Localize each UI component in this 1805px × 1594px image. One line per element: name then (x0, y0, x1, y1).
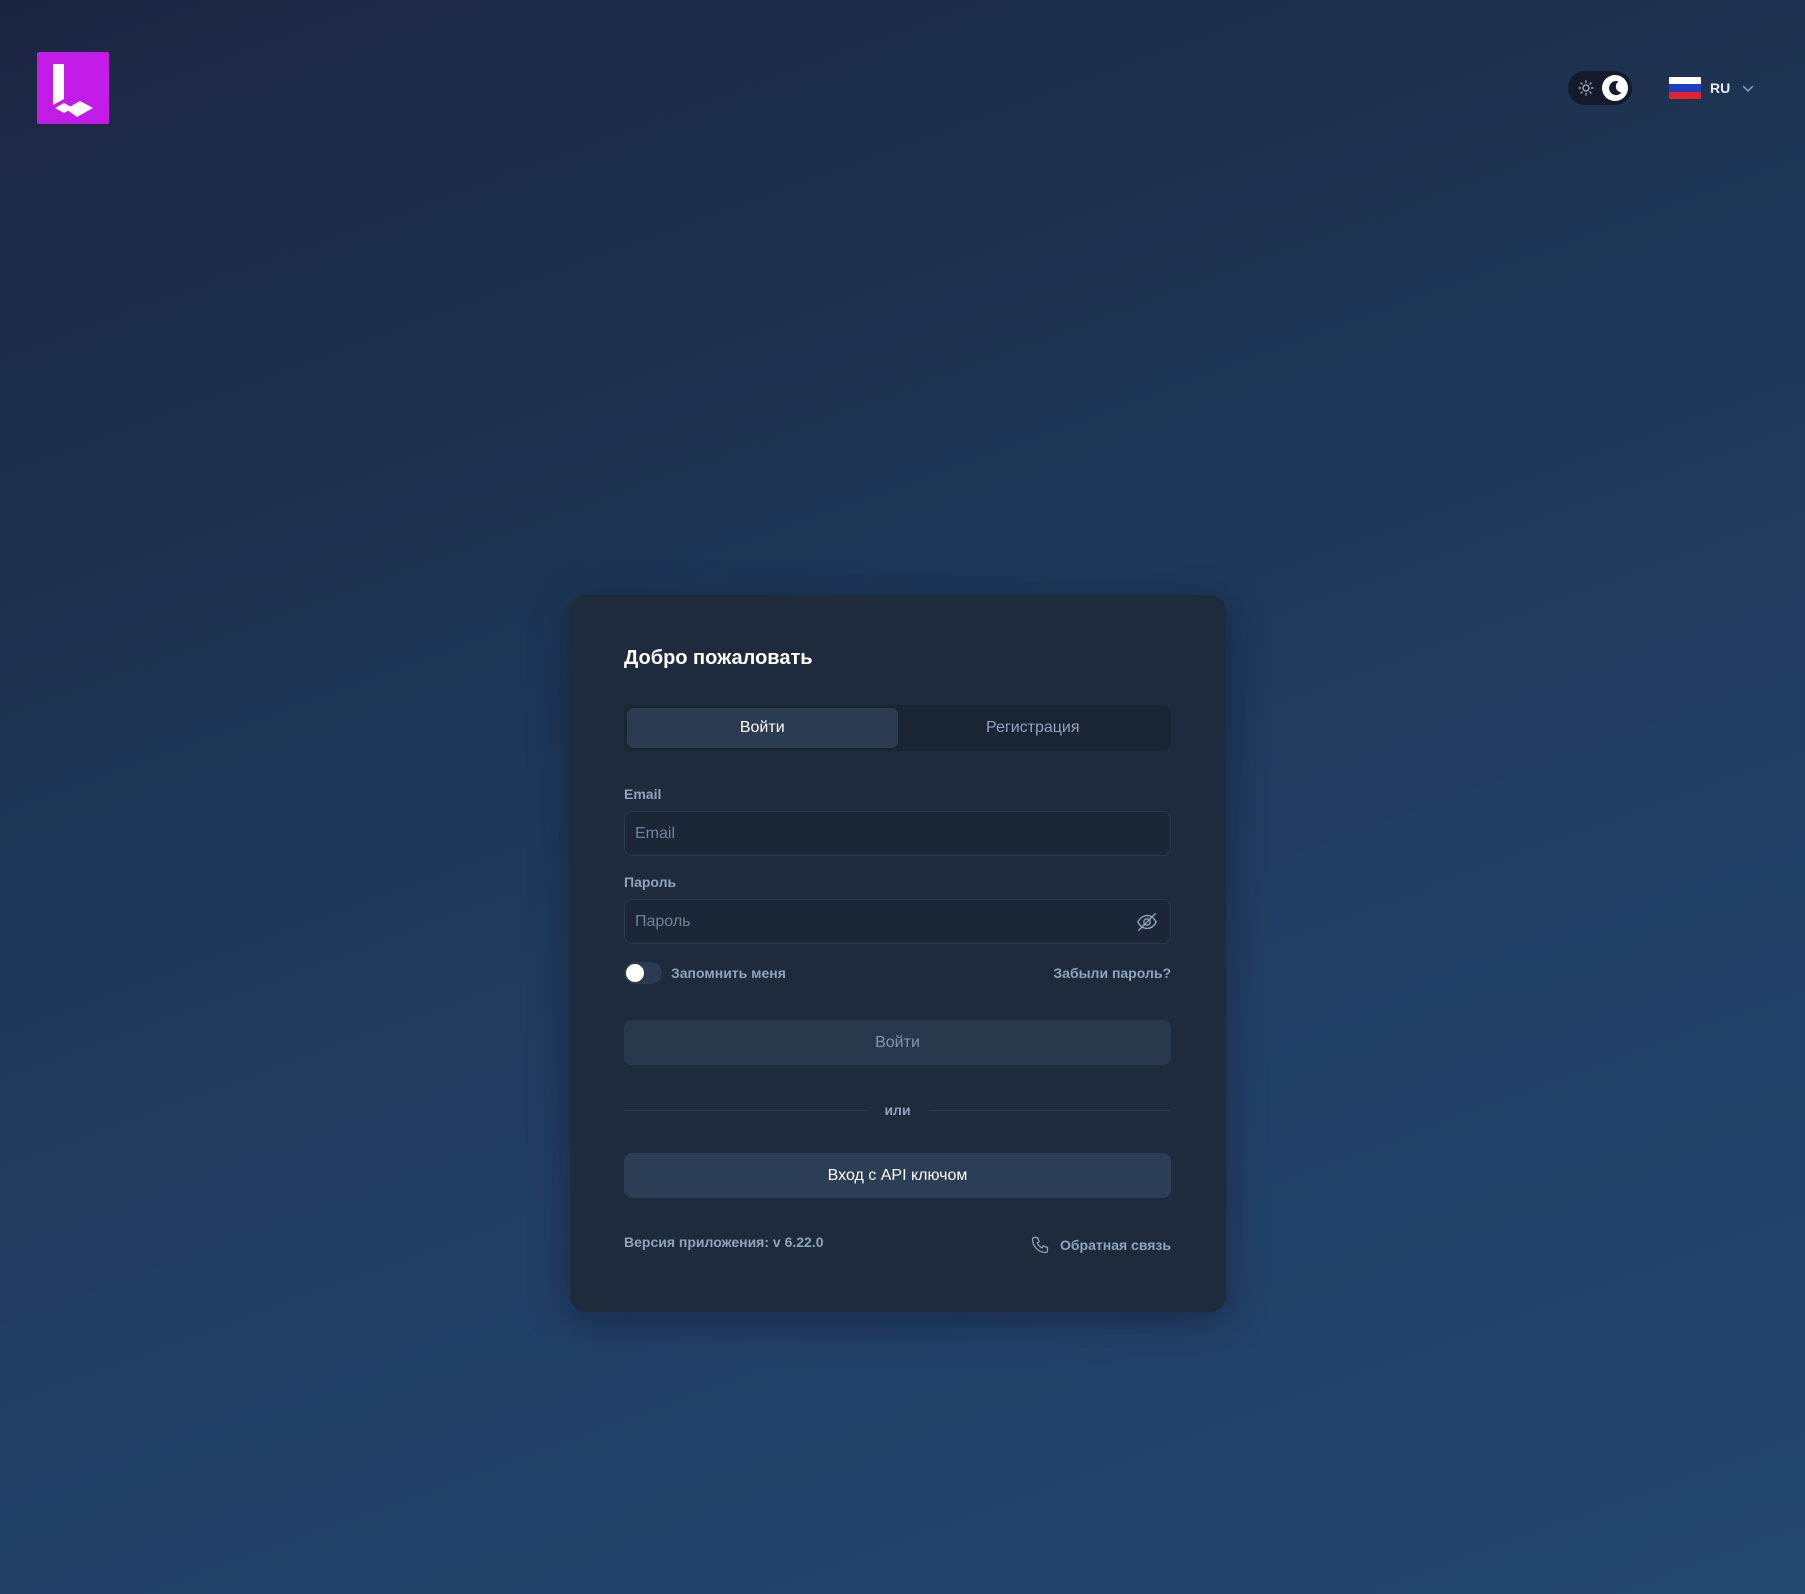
sun-icon (1578, 80, 1594, 96)
password-field[interactable] (625, 900, 1170, 943)
password-field-wrapper (624, 899, 1171, 944)
flag-stripe-white (1669, 77, 1701, 85)
remember-me-label[interactable]: Запомнить меня (671, 965, 786, 981)
language-selector[interactable]: RU (1669, 76, 1754, 100)
password-label: Пароль (624, 874, 677, 890)
theme-toggle-knob (1602, 75, 1628, 101)
remember-me-switch[interactable] (624, 962, 662, 984)
tab-register[interactable]: Регистрация (898, 708, 1169, 748)
remember-me: Запомнить меня (624, 962, 786, 984)
moon-icon (1609, 81, 1622, 96)
language-code: RU (1710, 80, 1731, 96)
tab-login[interactable]: Войти (627, 708, 898, 748)
app-logo[interactable] (37, 52, 109, 124)
logo-icon (53, 64, 93, 117)
switch-knob (626, 964, 644, 982)
login-button[interactable]: Войти (624, 1020, 1171, 1065)
theme-toggle[interactable] (1568, 71, 1632, 105)
forgot-password-link[interactable]: Забыли пароль? (1053, 965, 1171, 981)
card-title: Добро пожаловать (624, 647, 813, 669)
divider-line-left (624, 1109, 867, 1111)
app-version: Версия приложения: v 6.22.0 (624, 1234, 824, 1250)
or-divider: или (624, 1102, 1172, 1118)
login-card: Добро пожаловать Войти Регистрация Email… (570, 595, 1226, 1312)
flag-stripe-red (1669, 91, 1701, 99)
flag-stripe-blue (1669, 84, 1701, 92)
divider-line-right (928, 1109, 1172, 1111)
eye-off-icon[interactable] (1136, 911, 1158, 933)
phone-icon (1031, 1236, 1049, 1254)
russia-flag-icon (1669, 77, 1701, 99)
or-label: или (884, 1102, 911, 1118)
api-key-login-button[interactable]: Вход с API ключом (624, 1153, 1171, 1198)
auth-tabs: Войти Регистрация (624, 705, 1171, 751)
email-field-wrapper (624, 811, 1171, 856)
feedback-label: Обратная связь (1060, 1237, 1171, 1253)
email-label: Email (624, 786, 662, 802)
email-field[interactable] (625, 812, 1170, 855)
chevron-down-icon (1742, 85, 1754, 92)
feedback-link[interactable]: Обратная связь (1030, 1235, 1171, 1255)
